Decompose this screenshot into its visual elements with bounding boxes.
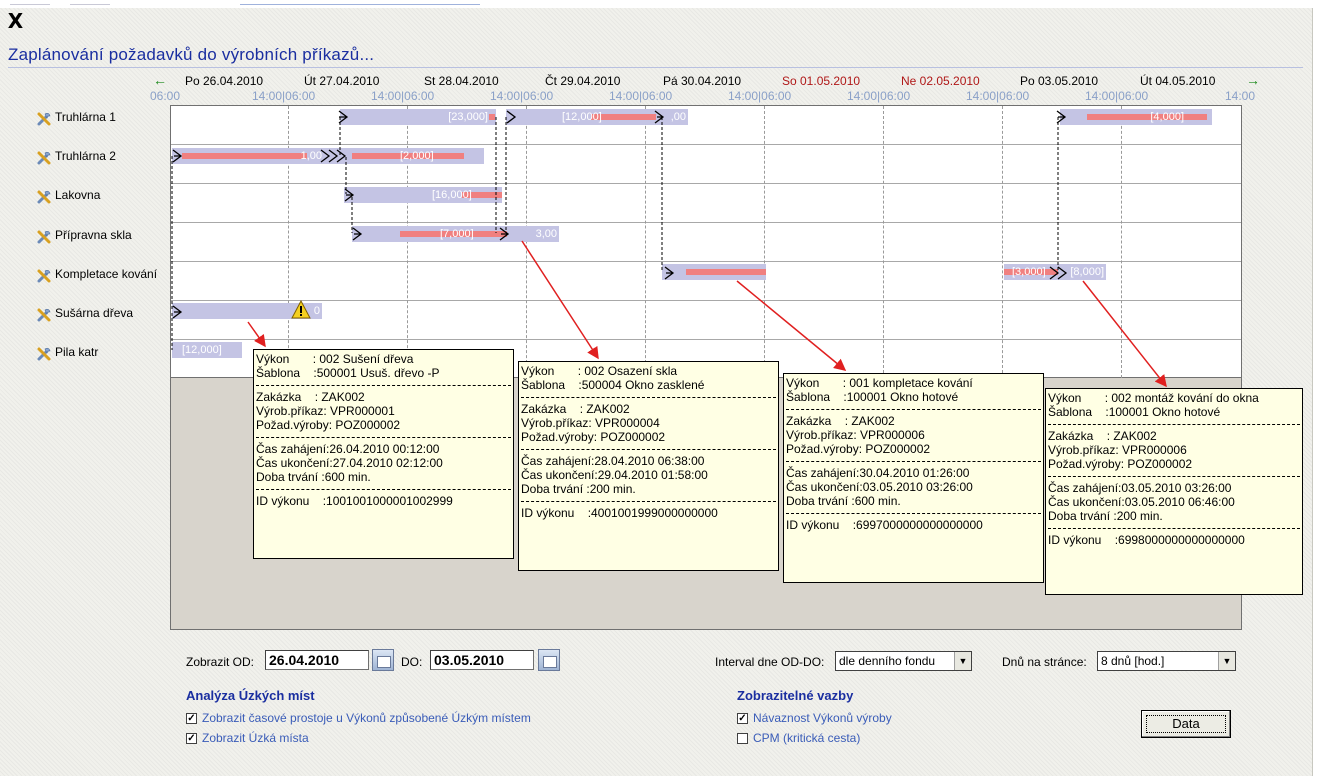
operation-tooltip: Výkon : 002 Sušení dřeva Šablona :500001… (253, 349, 514, 559)
critical-path-checkbox-label[interactable]: CPM (kritická cesta) (753, 731, 860, 745)
days-per-page-label: Dnů na stránce: (1002, 655, 1087, 669)
arrow-link-icon (172, 110, 1068, 319)
date-from-input[interactable]: 26.04.2010 (265, 650, 369, 670)
idle-time-checkbox-label[interactable]: Zobrazit časové prostoje u Výkonů způsob… (202, 711, 531, 725)
data-button[interactable]: Data (1141, 710, 1231, 738)
chevron-down-icon: ▼ (954, 652, 971, 670)
date-to-input[interactable]: 03.05.2010 (430, 650, 534, 670)
bottlenecks-checkbox-label[interactable]: Zobrazit Úzká místa (202, 731, 309, 745)
operation-tooltip: Výkon : 002 Osazení skla Šablona :500004… (518, 361, 779, 571)
operation-links-checkbox-label[interactable]: Návaznost Výkonů výroby (753, 711, 892, 725)
chevron-down-icon: ▼ (1218, 652, 1235, 670)
critical-path-checkbox[interactable] (737, 733, 748, 744)
operation-tooltip: Výkon : 001 kompletace kování Šablona :1… (783, 373, 1044, 583)
date-from-label: Zobrazit OD: (186, 655, 255, 669)
warning-icon (291, 299, 311, 319)
links-section-title: Zobrazitelné vazby (737, 688, 854, 703)
idle-time-checkbox[interactable]: ✓ (186, 713, 197, 724)
operation-links-checkbox[interactable]: ✓ (737, 713, 748, 724)
days-per-page-select[interactable]: 8 dnů [hod.] ▼ (1097, 651, 1236, 671)
calendar-icon[interactable] (372, 649, 394, 671)
analysis-section-title: Analýza Úzkých míst (186, 688, 315, 703)
bottlenecks-checkbox[interactable]: ✓ (186, 733, 197, 744)
calendar-icon[interactable] (538, 649, 560, 671)
interval-select[interactable]: dle denního fondu ▼ (835, 651, 972, 671)
interval-label: Interval dne OD-DO: (715, 655, 825, 669)
operation-tooltip: Výkon : 002 montáž kování do okna Šablon… (1045, 388, 1303, 595)
date-to-label: DO: (401, 655, 423, 669)
